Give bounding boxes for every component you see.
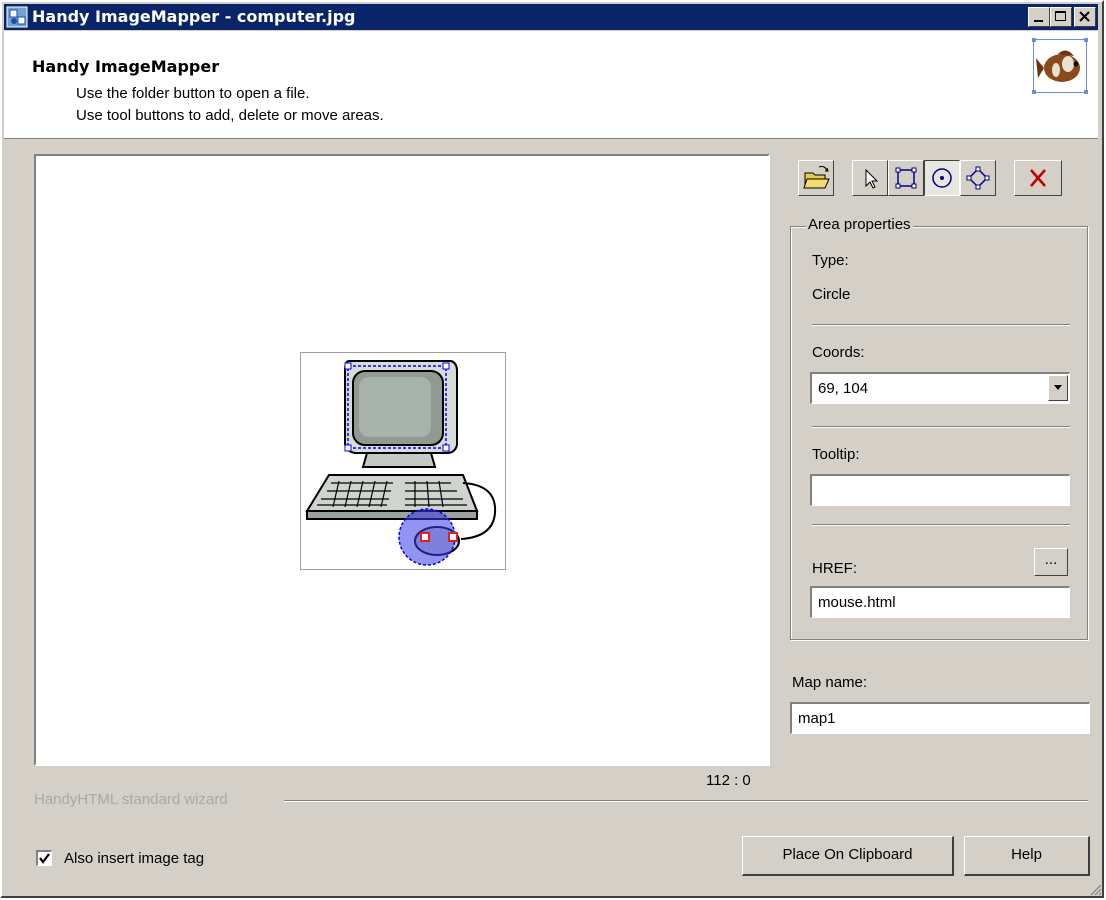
wizard-label: HandyHTML standard wizard [34,791,228,808]
minimize-button[interactable] [1028,7,1050,27]
close-icon [1079,11,1090,22]
cursor-position-readout: 112 : 0 [706,772,751,789]
select-tool-button[interactable] [852,160,888,196]
polygon-tool-icon [966,166,990,190]
rectangle-tool-icon [895,167,917,189]
resize-grip-icon[interactable] [1088,882,1102,896]
delete-icon [1030,169,1046,187]
tooltip-label: Tooltip: [812,446,860,463]
tooltip-input[interactable] [810,474,1070,506]
close-button[interactable] [1074,7,1096,27]
separator [812,524,1070,526]
polygon-tool-button[interactable] [960,160,996,196]
window-title: Handy ImageMapper - computer.jpg [32,7,356,26]
href-label: HREF: [812,560,857,577]
separator [812,426,1070,428]
clownfish-logo-icon [1032,38,1088,94]
pointer-icon [865,168,879,189]
wizard-header: Handy ImageMapper Use the folder button … [4,31,1098,139]
computer-image[interactable] [300,352,506,570]
place-on-clipboard-button[interactable]: Place On Clipboard [742,836,954,876]
minimize-icon [1034,20,1043,22]
image-canvas[interactable] [34,154,770,766]
title-bar[interactable]: Handy ImageMapper - computer.jpg [4,4,1098,30]
maximize-button[interactable] [1050,7,1072,27]
checkmark-icon [39,853,50,864]
separator [812,324,1070,326]
coords-value: 69, 104 [818,380,869,397]
map-name-input[interactable]: map1 [790,702,1090,734]
circle-tool-icon [932,168,952,188]
href-input[interactable]: mouse.html [810,586,1070,618]
header-instruction-1: Use the folder button to open a file. [76,85,310,102]
header-instruction-2: Use tool buttons to add, delete or move … [76,107,384,124]
rectangle-tool-button[interactable] [888,160,924,196]
coords-dropdown-button[interactable] [1048,375,1068,401]
coords-select[interactable]: 69, 104 [810,372,1070,404]
app-icon [6,6,28,28]
delete-area-button[interactable] [1014,160,1062,196]
type-label: Type: [812,252,849,269]
header-title: Handy ImageMapper [32,57,220,76]
chevron-down-icon [1054,385,1062,390]
area-properties-legend: Area properties [806,216,913,233]
href-browse-button[interactable]: ... [1034,548,1068,576]
map-name-label: Map name: [792,674,868,691]
help-button[interactable]: Help [964,836,1090,876]
coords-label: Coords: [812,344,865,361]
insert-image-tag-label[interactable]: Also insert image tag [64,850,204,867]
circle-tool-button[interactable] [924,160,960,196]
type-value: Circle [812,286,851,303]
computer-illustration [305,360,497,566]
insert-image-tag-checkbox[interactable] [36,850,52,866]
wizard-separator [284,800,1088,802]
open-folder-icon [803,166,830,189]
maximize-icon [1055,11,1066,21]
open-file-button[interactable] [798,160,834,196]
